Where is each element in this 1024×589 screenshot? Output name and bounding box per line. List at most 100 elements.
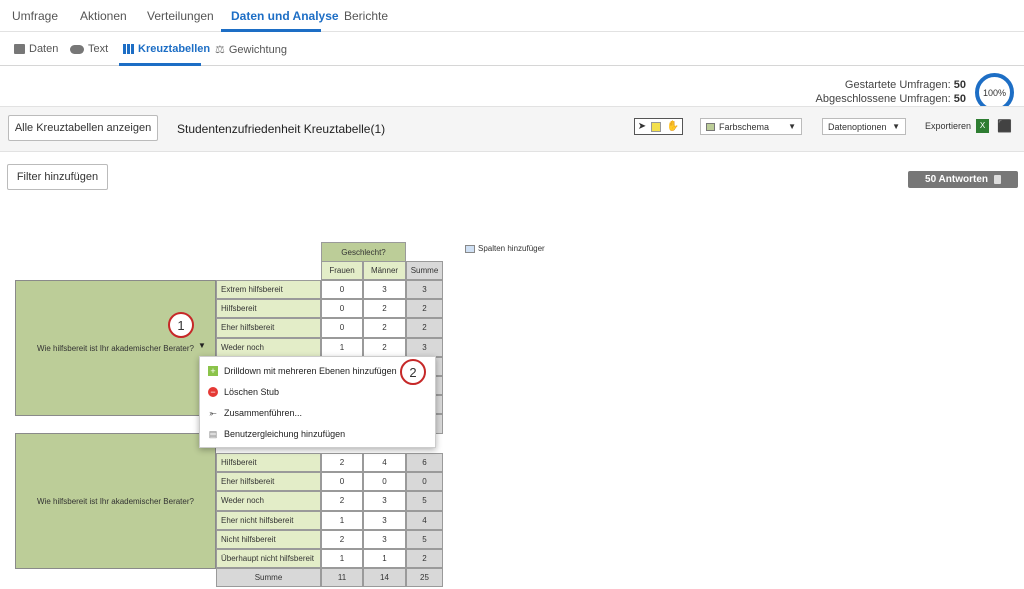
table-cell: 1: [321, 337, 363, 357]
subtab-text[interactable]: Text: [70, 43, 108, 55]
total-cell: 25: [406, 568, 443, 588]
subtab-daten[interactable]: Daten: [14, 43, 58, 55]
add-columns-label: Spalten hinzufüger: [478, 244, 545, 253]
table-cell: 2: [363, 318, 406, 338]
table-cell: 2: [363, 337, 406, 357]
row-label: Eher nicht hilfsbereit: [216, 510, 321, 530]
pdf-export-icon[interactable]: ⬛: [997, 119, 1012, 133]
row-label: Überhaupt nicht hilfsbereit: [216, 549, 321, 569]
menu-item-label: Löschen Stub: [224, 387, 280, 397]
tab-aktionen[interactable]: Aktionen: [80, 9, 127, 23]
row-total: 2: [406, 318, 443, 338]
row-label: Eher hilfsbereit: [216, 472, 321, 492]
table-cell: 2: [321, 453, 363, 473]
row-total: 2: [406, 299, 443, 319]
row-label: Hilfsbereit: [216, 453, 321, 473]
top-navigation: Umfrage Aktionen Verteilungen Daten und …: [0, 0, 1024, 32]
subtab-daten-label: Daten: [29, 43, 59, 55]
started-value: 50: [953, 79, 966, 91]
cursor-icon[interactable]: ➤: [638, 121, 646, 132]
row-label: Weder noch: [216, 337, 321, 357]
calculator-icon: [993, 175, 1001, 184]
data-options-dropdown[interactable]: Datenoptionen ▼: [822, 118, 906, 135]
grid-icon: [123, 44, 134, 54]
table-cell: 4: [363, 453, 406, 473]
hand-icon[interactable]: ✋: [667, 121, 679, 132]
progress-label: 100%: [982, 87, 1007, 98]
menu-item-label: Zusammenführen...: [224, 408, 303, 418]
subtab-text-label: Text: [88, 43, 109, 55]
responses-count: 50 Antworten: [925, 174, 988, 185]
row-label: Eher hilfsbereit: [216, 318, 321, 338]
step-badge-1: 1: [168, 312, 194, 338]
table-cell: 2: [321, 529, 363, 549]
question-menu-icon[interactable]: ▼: [198, 341, 210, 352]
menu-item-drilldown[interactable]: + Drilldown mit mehreren Ebenen hinzufüg…: [208, 366, 397, 376]
data-icon: [14, 44, 25, 54]
pointer-tools: ➤ ✋: [634, 118, 683, 135]
merge-icon: ⤜: [209, 407, 217, 418]
row-total: 4: [406, 510, 443, 530]
table-cell: 0: [321, 472, 363, 492]
plus-icon: +: [208, 366, 218, 376]
table-cell: 2: [321, 491, 363, 511]
data-options-label: Datenoptionen: [828, 121, 887, 132]
table-cell: 2: [363, 299, 406, 319]
sub-navigation: Daten Text Kreuztabellen ⚖ Gewichtung: [0, 32, 1024, 66]
chevron-down-icon: ▼: [788, 122, 796, 131]
table-cell: 3: [363, 529, 406, 549]
row-label: Weder noch: [216, 491, 321, 511]
table-cell: 3: [363, 510, 406, 530]
menu-item-label: Benutzergleichung hinzufügen: [224, 429, 346, 439]
menu-item-merge[interactable]: ⤜ Zusammenführen...: [208, 407, 303, 419]
column-banner: Geschlecht?: [321, 242, 406, 262]
table-cell: 3: [363, 491, 406, 511]
row-total: 0: [406, 472, 443, 492]
table-cell: 0: [321, 318, 363, 338]
table-cell: 3: [363, 280, 406, 300]
subtab-gewichtung-label: Gewichtung: [228, 43, 287, 56]
subtab-kreuztabellen[interactable]: Kreuztabellen: [123, 43, 210, 55]
table-cell: 1: [321, 549, 363, 569]
menu-item-delete-stub[interactable]: − Löschen Stub: [208, 387, 279, 397]
total-cell: 11: [321, 568, 363, 588]
add-filter-button[interactable]: Filter hinzufügen: [7, 164, 108, 190]
scale-icon: ⚖: [215, 44, 225, 56]
tab-verteilungen[interactable]: Verteilungen: [147, 9, 214, 23]
export-label: Exportieren: [925, 121, 972, 131]
subtab-gewichtung[interactable]: ⚖ Gewichtung: [215, 43, 287, 57]
table-cell: 1: [321, 510, 363, 530]
speech-bubble-icon: [70, 44, 84, 54]
row-total: 3: [406, 337, 443, 357]
column-header: Summe: [406, 261, 443, 280]
responses-badge: 50 Antworten: [908, 171, 1018, 188]
row-label: Hilfsbereit: [216, 299, 321, 319]
active-subtab-indicator: [119, 63, 201, 66]
add-columns[interactable]: Spalten hinzufüger: [465, 244, 545, 253]
table-cell: 0: [321, 299, 363, 319]
total-cell: 14: [363, 568, 406, 588]
highlight-icon[interactable]: [651, 121, 662, 132]
row-label: Extrem hilfsbereit: [216, 280, 321, 300]
crosstab-title[interactable]: Studentenzufriedenheit Kreuztabelle(1): [177, 122, 385, 136]
show-all-crosstabs-button[interactable]: Alle Kreuztabellen anzeigen: [8, 115, 158, 141]
survey-stats: Gestartete Umfragen: 50 Abgeschlossene U…: [816, 78, 966, 106]
menu-item-custom-equation[interactable]: ▤ Benutzergleichung hinzufügen: [208, 429, 346, 440]
excel-export-icon[interactable]: X: [976, 119, 989, 133]
chevron-down-icon: ▼: [892, 122, 900, 131]
table-cell: 0: [363, 472, 406, 492]
completed-label: Abgeschlossene Umfragen:: [815, 93, 951, 105]
color-swatch-icon: [706, 122, 715, 131]
tab-umfrage[interactable]: Umfrage: [12, 9, 58, 23]
row-total: 2: [406, 549, 443, 569]
row-question[interactable]: Wie hilfsbereit ist Ihr akademischer Ber…: [15, 433, 216, 569]
column-header: Männer: [363, 261, 406, 280]
step-badge-2: 2: [400, 359, 426, 385]
tab-daten-und-analyse[interactable]: Daten und Analyse: [231, 9, 339, 23]
color-scheme-dropdown[interactable]: Farbschema ▼: [700, 118, 802, 135]
tab-berichte[interactable]: Berichte: [344, 9, 388, 23]
row-question[interactable]: Wie hilfsbereit ist Ihr akademischer Ber…: [15, 280, 216, 416]
row-total: 3: [406, 280, 443, 300]
row-total: 5: [406, 491, 443, 511]
row-total: 6: [406, 453, 443, 473]
